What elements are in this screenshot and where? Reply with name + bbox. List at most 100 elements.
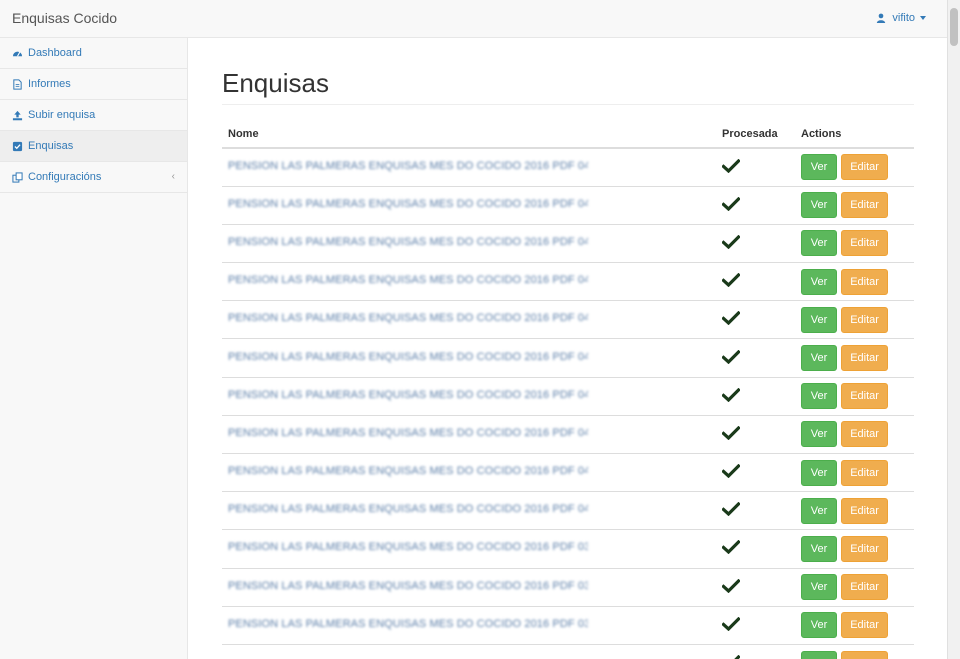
app-brand[interactable]: Enquisas Cocido	[12, 10, 117, 26]
table-row: PENSION LAS PALMERAS ENQUISAS MES DO COC…	[222, 223, 914, 263]
user-menu[interactable]: vifito	[876, 12, 926, 24]
cell-nome: PENSION LAS PALMERAS ENQUISAS MES DO COC…	[222, 643, 716, 659]
enquisa-link[interactable]: PENSION LAS PALMERAS ENQUISAS MES DO COC…	[228, 427, 588, 439]
editar-button[interactable]: Editar	[841, 421, 889, 448]
check-icon	[721, 463, 741, 479]
check-icon	[721, 540, 741, 555]
ver-button[interactable]: Ver	[801, 230, 837, 257]
cell-procesada	[716, 262, 795, 301]
editar-button[interactable]: Editar	[841, 574, 889, 601]
cell-nome: PENSION LAS PALMERAS ENQUISAS MES DO COC…	[222, 605, 716, 645]
sidebar-item-subir-enquisa[interactable]: Subir enquisa	[0, 100, 187, 131]
editar-button[interactable]: Editar	[841, 497, 889, 524]
cell-actions: Ver Editar	[795, 147, 914, 187]
sidebar-item-dashboard[interactable]: Dashboard	[0, 38, 187, 69]
ver-button[interactable]: Ver	[801, 574, 837, 601]
ver-button[interactable]: Ver	[801, 345, 837, 372]
editar-button[interactable]: Editar	[841, 154, 889, 181]
cell-nome: PENSION LAS PALMERAS ENQUISAS MES DO COC…	[222, 185, 716, 225]
editar-button[interactable]: Editar	[841, 192, 889, 219]
ver-button[interactable]: Ver	[801, 306, 837, 333]
check-icon	[721, 196, 741, 211]
cell-procesada	[716, 491, 795, 530]
cell-actions: Ver Editar	[795, 491, 914, 530]
cell-nome: PENSION LAS PALMERAS ENQUISAS MES DO COC…	[222, 567, 716, 607]
enquisa-link[interactable]: PENSION LAS PALMERAS ENQUISAS MES DO COC…	[228, 160, 588, 172]
cell-actions: Ver Editar	[795, 376, 914, 416]
editar-button[interactable]: Editar	[841, 306, 889, 333]
sidebar-item-configuracions[interactable]: Configuracións ‹	[0, 162, 187, 193]
cell-nome: PENSION LAS PALMERAS ENQUISAS MES DO COC…	[222, 491, 716, 530]
cell-procesada	[716, 605, 795, 645]
table-row: PENSION LAS PALMERAS ENQUISAS MES DO COC…	[222, 147, 914, 187]
table-row: PENSION LAS PALMERAS ENQUISAS MES DO COC…	[222, 300, 914, 339]
enquisa-link[interactable]: PENSION LAS PALMERAS ENQUISAS MES DO COC…	[228, 351, 588, 363]
check-icon	[721, 272, 741, 288]
cell-actions: Ver Editar	[795, 567, 914, 607]
cell-procesada	[716, 300, 795, 339]
check-icon	[721, 502, 741, 517]
enquisa-link[interactable]: PENSION LAS PALMERAS ENQUISAS MES DO COC…	[228, 580, 588, 592]
cell-nome: PENSION LAS PALMERAS ENQUISAS MES DO COC…	[222, 414, 716, 454]
cell-procesada	[716, 567, 795, 607]
ver-button[interactable]: Ver	[801, 497, 837, 524]
check-icon	[721, 311, 741, 326]
scrollbar-thumb[interactable]	[950, 8, 958, 46]
sidebar-item-label: Dashboard	[28, 47, 82, 59]
ver-button[interactable]: Ver	[801, 383, 837, 410]
ver-button[interactable]: Ver	[801, 459, 837, 486]
check-icon	[734, 655, 741, 659]
chevron-left-icon[interactable]: ‹	[172, 171, 175, 182]
check-icon	[721, 616, 741, 632]
main-content: Enquisas Nome Procesada Actions PENSION …	[188, 38, 947, 659]
enquisa-link[interactable]: PENSION LAS PALMERAS ENQUISAS MES DO COC…	[228, 465, 588, 477]
table-row: PENSION LAS PALMERAS ENQUISAS MES DO COC…	[222, 414, 914, 454]
sidebar-item-enquisas[interactable]: Enquisas	[0, 131, 187, 162]
ver-button[interactable]: Ver	[801, 650, 837, 659]
cell-procesada	[716, 147, 795, 187]
enquisa-link[interactable]: PENSION LAS PALMERAS ENQUISAS MES DO COC…	[228, 389, 588, 401]
enquisa-link[interactable]: PENSION LAS PALMERAS ENQUISAS MES DO COC…	[228, 236, 588, 248]
sidebar: Dashboard Informes Subir enquisa Enquisa…	[0, 38, 188, 659]
cell-actions: Ver Editar	[795, 223, 914, 263]
cell-actions: Ver Editar	[795, 452, 914, 492]
table-row: PENSION LAS PALMERAS ENQUISAS MES DO COC…	[222, 643, 914, 659]
cell-actions: Ver Editar	[795, 262, 914, 301]
editar-button[interactable]: Editar	[841, 459, 889, 486]
editar-button[interactable]: Editar	[841, 268, 889, 295]
column-header-procesada[interactable]: Procesada	[716, 121, 795, 149]
ver-button[interactable]: Ver	[801, 421, 837, 448]
sidebar-item-informes[interactable]: Informes	[0, 69, 187, 100]
editar-button[interactable]: Editar	[841, 535, 889, 562]
editar-button[interactable]: Editar	[841, 230, 889, 257]
column-header-actions: Actions	[795, 121, 914, 149]
editar-button[interactable]: Editar	[841, 383, 889, 410]
enquisa-link[interactable]: PENSION LAS PALMERAS ENQUISAS MES DO COC…	[228, 312, 588, 324]
cell-procesada	[716, 223, 795, 263]
column-header-nome[interactable]: Nome	[222, 121, 716, 149]
cell-procesada	[716, 529, 795, 569]
check-icon	[721, 425, 741, 441]
vertical-scrollbar[interactable]	[947, 0, 960, 659]
check-icon	[721, 578, 741, 593]
enquisa-link[interactable]: PENSION LAS PALMERAS ENQUISAS MES DO COC…	[228, 274, 588, 286]
ver-button[interactable]: Ver	[801, 154, 837, 181]
ver-button[interactable]: Ver	[801, 535, 837, 562]
enquisa-link[interactable]: PENSION LAS PALMERAS ENQUISAS MES DO COC…	[228, 198, 588, 210]
sidebar-item-label: Informes	[28, 78, 71, 90]
enquisa-link[interactable]: PENSION LAS PALMERAS ENQUISAS MES DO COC…	[228, 618, 588, 630]
table-body: PENSION LAS PALMERAS ENQUISAS MES DO COC…	[222, 147, 914, 659]
ver-button[interactable]: Ver	[801, 268, 837, 295]
cell-procesada	[716, 338, 795, 378]
editar-button[interactable]: Editar	[841, 345, 889, 372]
ver-button[interactable]: Ver	[801, 612, 837, 639]
enquisa-link[interactable]: PENSION LAS PALMERAS ENQUISAS MES DO COC…	[228, 503, 588, 515]
editar-button[interactable]: Editar	[841, 650, 889, 659]
editar-button[interactable]: Editar	[841, 612, 889, 639]
enquisa-link[interactable]: PENSION LAS PALMERAS ENQUISAS MES DO COC…	[228, 541, 588, 553]
upload-icon	[12, 110, 23, 120]
ver-button[interactable]: Ver	[801, 192, 837, 219]
check-icon	[721, 234, 741, 250]
dashboard-icon	[12, 51, 23, 57]
cell-nome: PENSION LAS PALMERAS ENQUISAS MES DO COC…	[222, 147, 716, 187]
